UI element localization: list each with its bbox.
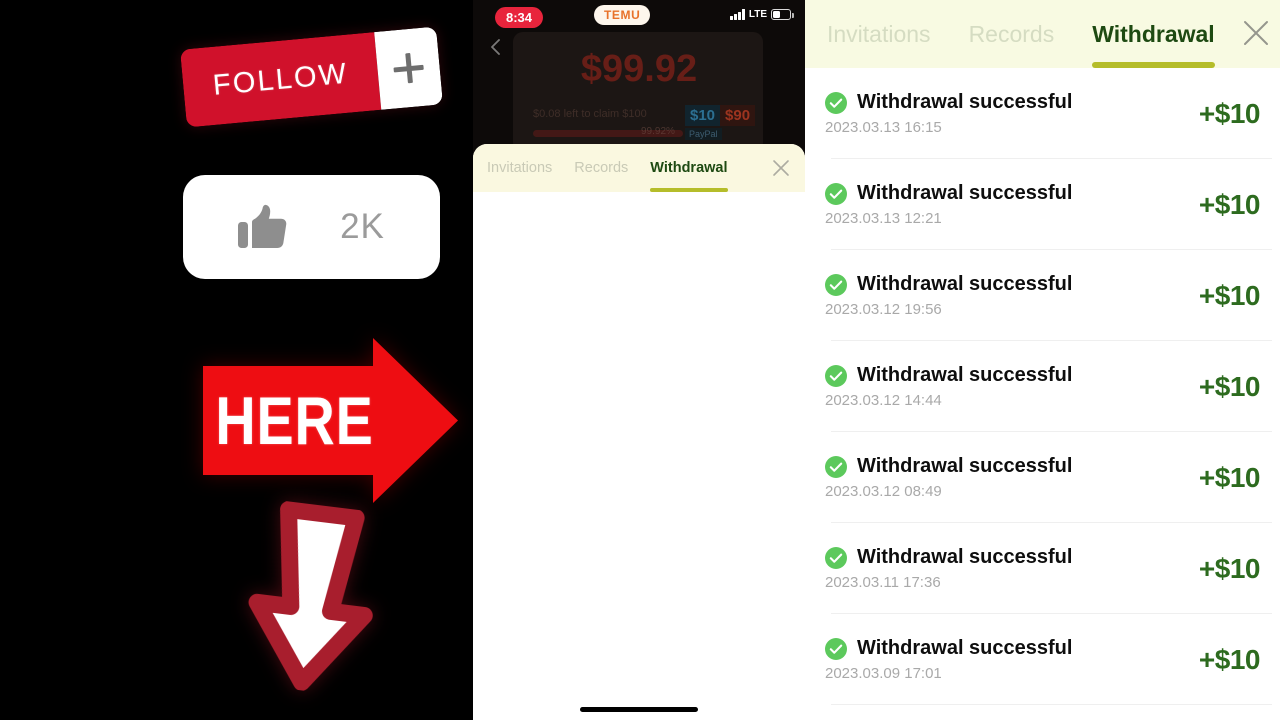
follow-button-body: FOLLOW <box>179 32 382 128</box>
record-status-line: Withdrawal successful <box>825 546 1072 569</box>
check-circle-icon <box>825 182 847 205</box>
thumbs-up-icon <box>238 204 287 248</box>
phone-dimmed-background: $99.92 $0.08 left to claim $100 99.92% $… <box>473 0 805 165</box>
record-info: Withdrawal successful 2023.03.12 14:44 <box>825 364 1072 409</box>
record-amount: +$10 <box>1198 188 1261 220</box>
withdrawal-tabbar: Invitations Records Withdrawal <box>805 0 1280 68</box>
record-status-label: Withdrawal successful <box>857 637 1073 659</box>
close-icon[interactable] <box>1240 17 1272 49</box>
dimmed-progress-text: $0.08 left to claim $100 <box>533 108 647 120</box>
like-button[interactable]: 2K <box>183 175 440 279</box>
table-row[interactable]: Withdrawal successful 2023.03.12 08:49 +$1… <box>805 432 1280 523</box>
record-status-line: Withdrawal successful <box>825 455 1072 478</box>
dimmed-balance-amount: $99.92 <box>580 48 698 90</box>
like-count-label: 2K <box>340 207 385 246</box>
phone-tab-invitations[interactable]: Invitations <box>487 160 552 176</box>
table-row[interactable]: Withdrawal successful 2023.03.11 17:36 +$1… <box>805 523 1280 614</box>
record-info: Withdrawal successful 2023.03.12 08:49 <box>825 455 1072 500</box>
record-timestamp: 2023.03.12 14:44 <box>825 392 942 409</box>
table-row[interactable]: Withdrawal successful 2023.03.13 12:21 +$1… <box>805 159 1280 250</box>
record-status-line: Withdrawal successful <box>825 637 1072 660</box>
record-status-label: Withdrawal successful <box>857 182 1073 204</box>
dimmed-chip-a: $10 <box>685 105 721 126</box>
record-amount: +$10 <box>1198 643 1261 675</box>
tab-withdrawal[interactable]: Withdrawal <box>1092 21 1214 48</box>
phone-screenshot-panel: $99.92 $0.08 left to claim $100 99.92% $… <box>473 0 805 720</box>
record-status-label: Withdrawal successful <box>857 273 1073 295</box>
check-circle-icon <box>825 455 847 478</box>
follow-button[interactable]: FOLLOW <box>179 26 444 128</box>
follow-button-label: FOLLOW <box>211 57 350 102</box>
record-amount: +$10 <box>1198 370 1261 402</box>
record-status-label: Withdrawal successful <box>857 546 1073 568</box>
phone-tab-underline <box>650 188 728 192</box>
record-timestamp: 2023.03.09 17:01 <box>825 665 942 682</box>
record-timestamp: 2023.03.12 08:49 <box>825 483 942 500</box>
check-circle-icon <box>825 273 847 296</box>
phone-sheet-body <box>473 192 805 720</box>
table-row[interactable]: Withdrawal successful 2023.03.12 19:56 +$1… <box>805 250 1280 341</box>
home-indicator <box>580 707 698 712</box>
record-status-label: Withdrawal successful <box>857 455 1073 477</box>
check-circle-icon <box>825 546 847 569</box>
dimmed-chip-row-secondary: PayPal <box>685 128 722 140</box>
record-info: Withdrawal successful 2023.03.12 19:56 <box>825 273 1072 318</box>
phone-status-bar: 8:34 TEMU LTE <box>473 0 805 34</box>
record-info: Withdrawal successful 2023.03.13 16:15 <box>825 91 1072 136</box>
here-arrow-label: HERE <box>215 382 374 459</box>
dimmed-chip-c: PayPal <box>685 128 722 140</box>
tab-records[interactable]: Records <box>969 21 1055 48</box>
status-indicators: LTE <box>730 9 794 20</box>
phone-tab-records[interactable]: Records <box>574 160 628 176</box>
record-timestamp: 2023.03.12 19:56 <box>825 301 942 318</box>
close-icon[interactable] <box>771 158 791 178</box>
network-type-label: LTE <box>748 9 767 20</box>
phone-bottom-sheet: Invitations Records Withdrawal <box>473 144 805 720</box>
record-status-label: Withdrawal successful <box>857 364 1073 386</box>
screenshot-root: FOLLOW 2K HERE $99.92 $0.08 left to clai… <box>0 0 1280 720</box>
temu-logo: TEMU <box>594 5 651 25</box>
phone-tab-withdrawal[interactable]: Withdrawal <box>650 160 727 176</box>
battery-icon <box>771 9 794 20</box>
here-arrow-graphic: HERE <box>203 338 458 503</box>
withdrawal-records-list[interactable]: Withdrawal successful 2023.03.13 16:15 +$1… <box>805 68 1280 720</box>
record-status-line: Withdrawal successful <box>825 182 1072 205</box>
table-row[interactable]: Withdrawal successful 2023.03.13 16:15 +$1… <box>805 68 1280 159</box>
record-info: Withdrawal successful 2023.03.11 17:36 <box>825 546 1072 591</box>
phone-sheet-tabbar: Invitations Records Withdrawal <box>473 144 805 192</box>
check-circle-icon <box>825 364 847 387</box>
record-timestamp: 2023.03.13 12:21 <box>825 210 942 227</box>
dimmed-chip-b: $90 <box>720 105 756 126</box>
record-amount: +$10 <box>1198 279 1261 311</box>
record-status-label: Withdrawal successful <box>857 91 1073 113</box>
record-info: Withdrawal successful 2023.03.13 12:21 <box>825 182 1072 227</box>
record-info: Withdrawal successful 2023.03.09 17:01 <box>825 637 1072 682</box>
promo-overlay-panel: FOLLOW 2K HERE <box>0 0 473 720</box>
back-chevron-icon[interactable] <box>487 38 505 56</box>
record-status-line: Withdrawal successful <box>825 364 1072 387</box>
record-amount: +$10 <box>1198 97 1261 129</box>
table-row[interactable]: Withdrawal successful 2023.03.12 14:44 +$1… <box>805 341 1280 432</box>
follow-plus-area[interactable] <box>374 26 444 110</box>
record-timestamp: 2023.03.13 16:15 <box>825 119 942 136</box>
check-circle-icon <box>825 91 847 114</box>
record-status-line: Withdrawal successful <box>825 91 1072 114</box>
record-amount: +$10 <box>1198 552 1261 584</box>
record-amount: +$10 <box>1198 461 1261 493</box>
plus-icon <box>392 52 425 85</box>
record-timestamp: 2023.03.11 17:36 <box>825 574 941 591</box>
tab-invitations[interactable]: Invitations <box>827 21 931 48</box>
record-status-line: Withdrawal successful <box>825 273 1072 296</box>
arrow-down-icon <box>248 500 373 691</box>
down-arrow-graphic <box>237 498 387 698</box>
table-row[interactable]: Withdrawal successful 2023.03.09 17:01 +$1… <box>805 614 1280 705</box>
status-time: 8:34 <box>495 7 544 28</box>
dimmed-progress-percent: 99.92% <box>641 126 675 137</box>
withdrawal-panel: Invitations Records Withdrawal Withdrawa… <box>805 0 1280 720</box>
cellular-signal-icon <box>730 9 745 20</box>
dimmed-chip-row: $10 $90 <box>685 105 756 126</box>
check-circle-icon <box>825 637 847 660</box>
